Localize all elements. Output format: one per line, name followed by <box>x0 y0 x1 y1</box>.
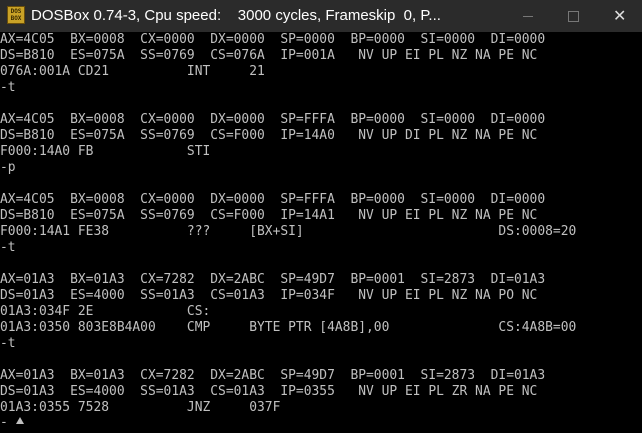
terminal-line: 076A:001A CD21 INT 21 <box>0 64 265 79</box>
dosbox-app-icon[interactable]: DOS BOX <box>7 6 25 24</box>
terminal-line: -t <box>0 80 16 95</box>
terminal-line: 01A3:034F 2E CS: <box>0 304 211 319</box>
close-icon: ✕ <box>613 6 627 25</box>
terminal-line: AX=01A3 BX=01A3 CX=7282 DX=2ABC SP=49D7 … <box>0 368 546 383</box>
terminal-line: AX=4C05 BX=0008 CX=0000 DX=0000 SP=0000 … <box>0 32 546 47</box>
maximize-button[interactable] <box>550 0 596 32</box>
terminal-line: -t <box>0 336 16 351</box>
window-title: DOSBox 0.74-3, Cpu speed: 3000 cycles, F… <box>31 7 441 24</box>
maximize-icon <box>568 11 579 22</box>
terminal-line: -t <box>0 240 16 255</box>
terminal-line: AX=4C05 BX=0008 CX=0000 DX=0000 SP=FFFA … <box>0 192 546 207</box>
app-icon-text-top: DOS <box>10 8 22 15</box>
terminal-line: DS=B810 ES=075A SS=0769 CS=F000 IP=14A1 … <box>0 208 538 223</box>
app-icon-text-bottom: BOX <box>10 15 22 22</box>
close-button[interactable]: ✕ <box>596 0 642 32</box>
title-bar[interactable]: DOS BOX DOSBox 0.74-3, Cpu speed: 3000 c… <box>0 0 642 32</box>
terminal-line: DS=B810 ES=075A SS=0769 CS=F000 IP=14A0 … <box>0 128 538 143</box>
minimize-button[interactable] <box>505 0 551 32</box>
terminal-line: F000:14A1 FE38 ??? [BX+SI] DS:0008=20 <box>0 224 577 239</box>
terminal-line: DS=01A3 ES=4000 SS=01A3 CS=01A3 IP=0355 … <box>0 384 538 399</box>
terminal-line: AX=01A3 BX=01A3 CX=7282 DX=2ABC SP=49D7 … <box>0 272 546 287</box>
terminal-line: DS=01A3 ES=4000 SS=01A3 CS=01A3 IP=034F … <box>0 288 538 303</box>
terminal-line: 01A3:0355 7528 JNZ 037F <box>0 400 281 415</box>
terminal-line: -p <box>0 160 16 175</box>
cursor-icon <box>16 417 24 424</box>
terminal-line: DS=B810 ES=075A SS=0769 CS=076A IP=001A … <box>0 48 538 63</box>
minimize-icon <box>523 16 533 17</box>
terminal-line: F000:14A0 FB STI <box>0 144 211 159</box>
terminal-line: 01A3:0350 803E8B4A00 CMP BYTE PTR [4A8B]… <box>0 320 577 335</box>
terminal-line: AX=4C05 BX=0008 CX=0000 DX=0000 SP=FFFA … <box>0 112 546 127</box>
command-prompt[interactable]: - <box>0 415 8 431</box>
dos-terminal[interactable]: AX=4C05 BX=0008 CX=0000 DX=0000 SP=0000 … <box>0 32 642 433</box>
